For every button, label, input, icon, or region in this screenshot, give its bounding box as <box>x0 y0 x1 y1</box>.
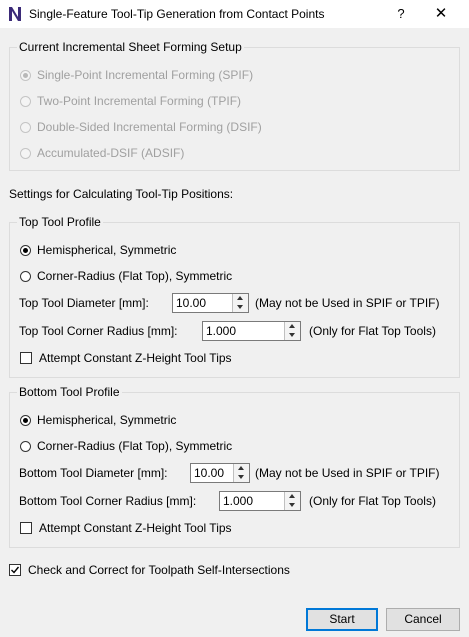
bottom-constant-z-checkbox[interactable]: Attempt Constant Z-Height Tool Tips <box>20 519 232 537</box>
radio-adsif-label: Accumulated-DSIF (ADSIF) <box>37 146 185 160</box>
top-radio-corner-radius-label: Corner-Radius (Flat Top), Symmetric <box>37 269 233 283</box>
bottom-diameter-spin-arrows <box>233 464 249 482</box>
close-button[interactable]: ✕ <box>430 4 452 24</box>
bottom-radio-corner-radius-indicator <box>20 440 31 452</box>
cancel-button[interactable]: Cancel <box>386 608 460 631</box>
bottom-radius-down-arrow-icon[interactable] <box>285 501 300 510</box>
top-radius-spin-arrows <box>284 322 300 340</box>
app-logo-n-icon <box>9 7 21 21</box>
top-constant-z-label: Attempt Constant Z-Height Tool Tips <box>39 351 232 365</box>
bottom-radio-hemispherical-label: Hemispherical, Symmetric <box>37 413 177 427</box>
bottom-diameter-down-arrow-icon[interactable] <box>234 473 249 482</box>
top-radio-corner-radius-indicator <box>20 270 31 282</box>
top-constant-z-checkbox-box <box>20 352 32 364</box>
self-intersection-checkbox[interactable]: Check and Correct for Toolpath Self-Inte… <box>9 561 290 579</box>
title-bar: Single-Feature Tool-Tip Generation from … <box>0 0 469 28</box>
bottom-radio-corner-radius-label: Corner-Radius (Flat Top), Symmetric <box>37 439 233 453</box>
top-tool-group-title: Top Tool Profile <box>17 215 103 229</box>
bottom-radio-hemispherical-indicator <box>20 414 31 426</box>
settings-heading: Settings for Calculating Tool-Tip Positi… <box>9 187 234 201</box>
radio-spif[interactable]: Single-Point Incremental Forming (SPIF) <box>20 66 253 84</box>
radio-dsif[interactable]: Double-Sided Incremental Forming (DSIF) <box>20 118 262 136</box>
radio-dsif-label: Double-Sided Incremental Forming (DSIF) <box>37 120 262 134</box>
radio-dsif-indicator <box>20 121 31 133</box>
radio-spif-label: Single-Point Incremental Forming (SPIF) <box>37 68 254 82</box>
bottom-radius-note: (Only for Flat Top Tools) <box>309 494 436 508</box>
top-radio-hemispherical[interactable]: Hemispherical, Symmetric <box>20 241 176 259</box>
top-radius-down-arrow-icon[interactable] <box>285 331 300 340</box>
top-diameter-label: Top Tool Diameter [mm]: <box>19 296 149 310</box>
bottom-diameter-note: (May not be Used in SPIF or TPIF) <box>255 466 440 480</box>
top-diameter-note: (May not be Used in SPIF or TPIF) <box>255 296 440 310</box>
top-diameter-down-arrow-icon[interactable] <box>233 303 248 312</box>
bottom-diameter-label: Bottom Tool Diameter [mm]: <box>19 466 168 480</box>
bottom-diameter-input[interactable] <box>191 464 236 482</box>
top-diameter-spin-arrows <box>232 294 248 312</box>
top-radius-spinbox[interactable] <box>202 321 301 341</box>
checkmark-icon <box>11 566 20 574</box>
bottom-radio-hemispherical[interactable]: Hemispherical, Symmetric <box>20 411 176 429</box>
help-button[interactable]: ? <box>391 4 411 24</box>
top-radius-input[interactable] <box>203 322 286 340</box>
bottom-radius-spin-arrows <box>284 492 300 510</box>
top-diameter-spinbox[interactable] <box>172 293 249 313</box>
bottom-radius-label: Bottom Tool Corner Radius [mm]: <box>19 494 197 508</box>
top-constant-z-checkbox[interactable]: Attempt Constant Z-Height Tool Tips <box>20 349 232 367</box>
setup-group-title: Current Incremental Sheet Forming Setup <box>17 40 244 54</box>
top-diameter-input[interactable] <box>173 294 234 312</box>
start-button[interactable]: Start <box>306 608 378 631</box>
self-intersection-label: Check and Correct for Toolpath Self-Inte… <box>28 563 290 577</box>
top-radio-hemispherical-indicator <box>20 244 31 256</box>
top-radius-label: Top Tool Corner Radius [mm]: <box>19 324 178 338</box>
bottom-tool-group-title: Bottom Tool Profile <box>17 385 122 399</box>
top-radio-corner-radius[interactable]: Corner-Radius (Flat Top), Symmetric <box>20 267 232 285</box>
radio-spif-indicator <box>20 69 31 81</box>
bottom-radius-input[interactable] <box>220 492 287 510</box>
radio-tpif[interactable]: Two-Point Incremental Forming (TPIF) <box>20 92 241 110</box>
bottom-radius-spinbox[interactable] <box>219 491 301 511</box>
window-title: Single-Feature Tool-Tip Generation from … <box>29 7 325 21</box>
radio-tpif-indicator <box>20 95 31 107</box>
top-radio-hemispherical-label: Hemispherical, Symmetric <box>37 243 177 257</box>
bottom-radio-corner-radius[interactable]: Corner-Radius (Flat Top), Symmetric <box>20 437 232 455</box>
radio-adsif-indicator <box>20 147 31 159</box>
bottom-constant-z-label: Attempt Constant Z-Height Tool Tips <box>39 521 232 535</box>
radio-tpif-label: Two-Point Incremental Forming (TPIF) <box>37 94 242 108</box>
bottom-diameter-spinbox[interactable] <box>190 463 250 483</box>
top-radius-note: (Only for Flat Top Tools) <box>309 324 436 338</box>
bottom-constant-z-checkbox-box <box>20 522 32 534</box>
radio-adsif[interactable]: Accumulated-DSIF (ADSIF) <box>20 144 184 162</box>
self-intersection-checkbox-box <box>9 564 21 576</box>
